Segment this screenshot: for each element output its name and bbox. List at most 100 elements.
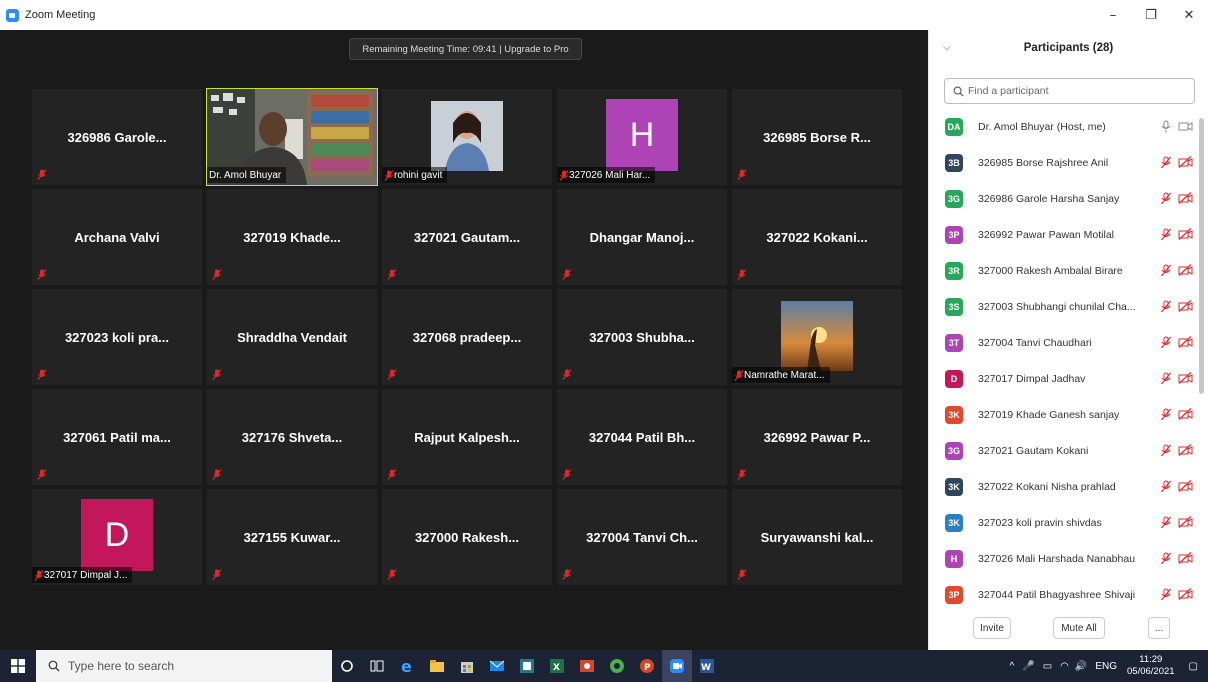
participant-row[interactable]: 3T 327004 Tanvi Chaudhari: [929, 325, 1195, 361]
participant-row[interactable]: 3G 326986 Garole Harsha Sanjay: [929, 181, 1195, 217]
video-off-icon[interactable]: [1178, 372, 1193, 384]
video-tile[interactable]: Dr. Amol Bhuyar: [206, 88, 378, 186]
mic-muted-icon[interactable]: [1160, 300, 1172, 313]
chevron-down-icon[interactable]: ⌵: [943, 42, 951, 53]
notification-icon[interactable]: ▢: [1189, 661, 1198, 672]
participant-row[interactable]: 3P 326992 Pawar Pawan Motilal: [929, 217, 1195, 253]
restore-button[interactable]: ❐: [1132, 0, 1170, 30]
language-indicator[interactable]: ENG: [1095, 661, 1117, 672]
video-off-icon[interactable]: [1178, 300, 1193, 312]
more-button[interactable]: ...: [1148, 617, 1170, 639]
participant-row[interactable]: 3K 327023 koli pravin shivdas: [929, 505, 1195, 541]
video-off-icon[interactable]: [1178, 588, 1193, 600]
video-off-icon[interactable]: [1178, 228, 1193, 240]
chevron-up-icon[interactable]: ^: [1010, 661, 1015, 672]
clock[interactable]: 11:29 05/06/2021: [1127, 654, 1175, 678]
mic-muted-icon[interactable]: [1160, 264, 1172, 277]
video-tile[interactable]: 327155 Kuwar...: [207, 489, 377, 585]
video-tile[interactable]: 327000 Rakesh...: [382, 489, 552, 585]
video-tile[interactable]: Rajput Kalpesh...: [382, 389, 552, 485]
mail-icon[interactable]: [482, 650, 512, 682]
video-tile[interactable]: H 327026 Mali Har...: [557, 89, 727, 185]
mic-muted-icon[interactable]: [1160, 480, 1172, 493]
mic-muted-icon[interactable]: [1160, 588, 1172, 601]
participant-row[interactable]: 3R 327000 Rakesh Ambalal Birare: [929, 253, 1195, 289]
video-tile[interactable]: 327019 Khade...: [207, 189, 377, 285]
mic-muted-icon[interactable]: [1160, 372, 1172, 385]
invite-button[interactable]: Invite: [973, 617, 1011, 639]
powerpoint-icon[interactable]: P: [632, 650, 662, 682]
chrome-icon[interactable]: [602, 650, 632, 682]
video-tile[interactable]: D 327017 Dimpal J...: [32, 489, 202, 585]
mic-muted-icon[interactable]: [1160, 516, 1172, 529]
video-tile[interactable]: 327021 Gautam...: [382, 189, 552, 285]
mic-muted-icon[interactable]: [1160, 192, 1172, 205]
video-tile[interactable]: 327068 pradeep...: [382, 289, 552, 385]
video-tile[interactable]: Dhangar Manoj...: [557, 189, 727, 285]
publisher-icon[interactable]: [512, 650, 542, 682]
mic-muted-icon[interactable]: [1160, 336, 1172, 349]
mic-muted-icon[interactable]: [1160, 228, 1172, 241]
task-view-icon[interactable]: [362, 650, 392, 682]
mic-muted-icon[interactable]: [1160, 156, 1172, 169]
video-off-icon[interactable]: [1178, 444, 1193, 456]
microphone-icon[interactable]: 🎤: [1022, 661, 1034, 672]
video-tile[interactable]: 327004 Tanvi Ch...: [557, 489, 727, 585]
participant-list-scrollbar[interactable]: [1199, 118, 1204, 394]
video-tile[interactable]: 326992 Pawar P...: [732, 389, 902, 485]
wifi-icon[interactable]: ◠: [1060, 661, 1069, 672]
video-tile[interactable]: 327044 Patil Bh...: [557, 389, 727, 485]
battery-icon[interactable]: ▭: [1043, 661, 1052, 672]
start-button[interactable]: [0, 650, 36, 682]
mic-muted-icon[interactable]: [1160, 444, 1172, 457]
participant-row[interactable]: 3G 327021 Gautam Kokani: [929, 433, 1195, 469]
video-tile[interactable]: 326986 Garole...: [32, 89, 202, 185]
video-camera-icon[interactable]: [1178, 120, 1193, 132]
video-off-icon[interactable]: [1178, 408, 1193, 420]
video-tile[interactable]: Namrathe Marat...: [732, 289, 902, 385]
video-off-icon[interactable]: [1178, 336, 1193, 348]
participant-row[interactable]: 3B 326985 Borse Rajshree Anil: [929, 145, 1195, 181]
microphone-icon[interactable]: [1160, 120, 1172, 133]
taskbar-search[interactable]: Type here to search: [36, 650, 332, 682]
close-button[interactable]: ✕: [1170, 0, 1208, 30]
video-off-icon[interactable]: [1178, 156, 1193, 168]
participant-row[interactable]: D 327017 Dimpal Jadhav: [929, 361, 1195, 397]
video-tile[interactable]: Archana Valvi: [32, 189, 202, 285]
video-tile[interactable]: 327176 Shveta...: [207, 389, 377, 485]
mute-all-button[interactable]: Mute All: [1053, 617, 1105, 639]
video-off-icon[interactable]: [1178, 192, 1193, 204]
file-explorer-icon[interactable]: [422, 650, 452, 682]
participant-search-input[interactable]: [968, 85, 1178, 97]
video-off-icon[interactable]: [1178, 264, 1193, 276]
participant-row[interactable]: H 327026 Mali Harshada Nanabhau: [929, 541, 1195, 577]
volume-icon[interactable]: 🔊: [1075, 661, 1087, 672]
participant-row[interactable]: DA Dr. Amol Bhuyar (Host, me): [929, 109, 1195, 145]
video-tile[interactable]: 327061 Patil ma...: [32, 389, 202, 485]
video-tile[interactable]: 327003 Shubha...: [557, 289, 727, 385]
video-tile[interactable]: Suryawanshi kal...: [732, 489, 902, 585]
participant-row[interactable]: 3K 327022 Kokani Nisha prahlad: [929, 469, 1195, 505]
video-off-icon[interactable]: [1178, 480, 1193, 492]
participant-row[interactable]: 3K 327019 Khade Ganesh sanjay: [929, 397, 1195, 433]
mic-muted-icon[interactable]: [1160, 552, 1172, 565]
video-off-icon[interactable]: [1178, 552, 1193, 564]
mic-muted-icon[interactable]: [1160, 408, 1172, 421]
excel-icon[interactable]: X: [542, 650, 572, 682]
photos-icon[interactable]: [572, 650, 602, 682]
video-tile[interactable]: rohini gavit: [382, 89, 552, 185]
zoom-taskbar-icon[interactable]: [662, 650, 692, 682]
video-tile[interactable]: 327022 Kokani...: [732, 189, 902, 285]
word-icon[interactable]: W: [692, 650, 722, 682]
cortana-icon[interactable]: [332, 650, 362, 682]
participant-row[interactable]: 3S 327003 Shubhangi chunilal Cha...: [929, 289, 1195, 325]
minimize-button[interactable]: –: [1094, 0, 1132, 30]
video-off-icon[interactable]: [1178, 516, 1193, 528]
video-tile[interactable]: Shraddha Vendait: [207, 289, 377, 385]
video-tile[interactable]: 326985 Borse R...: [732, 89, 902, 185]
participant-search[interactable]: [944, 78, 1195, 104]
meeting-time-banner[interactable]: Remaining Meeting Time: 09:41 | Upgrade …: [349, 38, 582, 60]
edge-icon[interactable]: e: [392, 650, 422, 682]
store-icon[interactable]: [452, 650, 482, 682]
video-tile[interactable]: 327023 koli pra...: [32, 289, 202, 385]
